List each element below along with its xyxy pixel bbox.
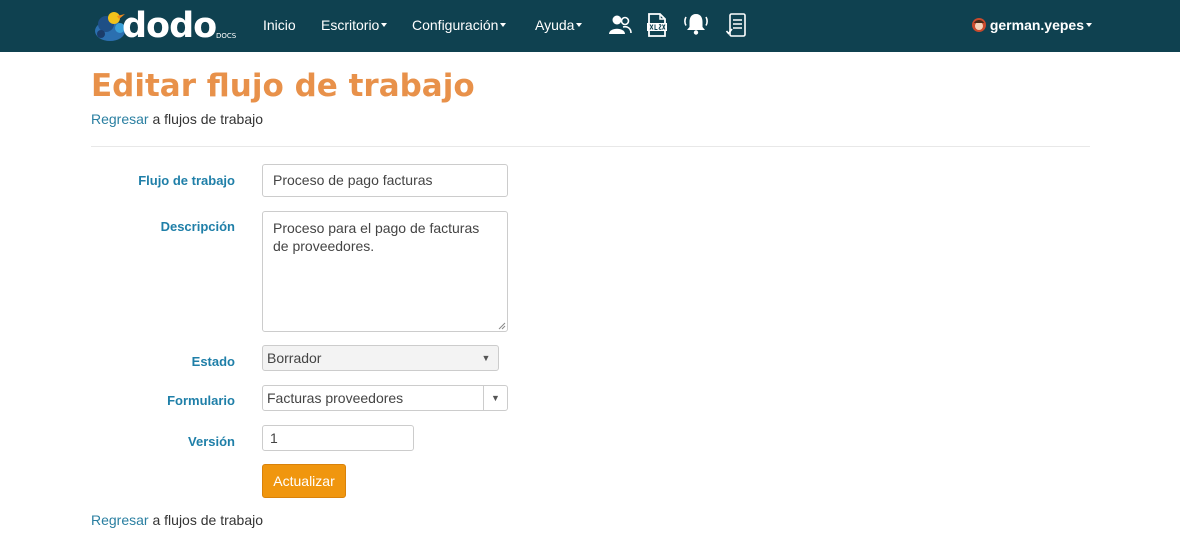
caret-down-icon xyxy=(500,23,507,28)
checklist-document-icon[interactable] xyxy=(724,12,750,38)
description-label: Descripción xyxy=(160,219,235,234)
update-button[interactable]: Actualizar xyxy=(262,464,346,498)
nav-inicio[interactable]: Inicio xyxy=(263,0,296,52)
description-text: Proceso para el pago de facturas de prov… xyxy=(273,220,480,254)
brand-name: dodo xyxy=(122,6,217,46)
version-label: Versión xyxy=(188,434,235,449)
page-title: Editar flujo de trabajo xyxy=(91,68,475,104)
form-label: Formulario xyxy=(167,393,235,408)
back-link[interactable]: Regresar xyxy=(91,512,149,528)
workflow-label: Flujo de trabajo xyxy=(138,173,235,188)
user-name: german.yepes xyxy=(989,17,1084,33)
dropdown-arrow-icon[interactable]: ▼ xyxy=(483,386,507,410)
status-selected-value: Borrador xyxy=(267,350,322,366)
nav-escritorio-label: Escritorio xyxy=(321,17,380,33)
nav-ayuda-label: Ayuda xyxy=(535,17,575,33)
nav-configuracion-label: Configuración xyxy=(412,17,499,33)
description-textarea[interactable]: Proceso para el pago de facturas de prov… xyxy=(262,211,508,332)
status-label: Estado xyxy=(191,354,235,369)
top-navbar: dodo DOCS Inicio Escritorio Configuració… xyxy=(0,0,1180,52)
back-link-suffix: a flujos de trabajo xyxy=(148,512,263,528)
caret-down-icon xyxy=(381,23,388,28)
workflow-name-input[interactable]: Proceso de pago facturas xyxy=(262,164,508,197)
back-link-top: Regresar a flujos de trabajo xyxy=(91,111,263,127)
nav-ayuda-dropdown[interactable]: Ayuda xyxy=(535,0,583,52)
user-menu-dropdown[interactable]: german.yepes xyxy=(971,0,1092,52)
dropdown-arrow-icon: ▼ xyxy=(481,353,491,363)
status-select[interactable]: Borrador ▼ xyxy=(262,345,499,371)
xlsx-file-icon[interactable] xyxy=(644,12,670,38)
form-selected-value: Facturas proveedores xyxy=(267,390,404,406)
user-avatar-icon xyxy=(971,18,986,33)
nav-inicio-label: Inicio xyxy=(263,17,296,33)
divider xyxy=(91,146,1090,147)
users-icon[interactable] xyxy=(607,12,633,38)
nav-configuracion-dropdown[interactable]: Configuración xyxy=(412,0,507,52)
caret-down-icon xyxy=(1086,23,1092,28)
dodo-logo[interactable]: dodo DOCS xyxy=(92,5,242,47)
back-link[interactable]: Regresar xyxy=(91,111,149,127)
back-link-bottom: Regresar a flujos de trabajo xyxy=(91,512,263,528)
nav-escritorio-dropdown[interactable]: Escritorio xyxy=(321,0,388,52)
version-input[interactable]: 1 xyxy=(262,425,414,451)
caret-down-icon xyxy=(576,23,583,28)
resize-grip-icon[interactable] xyxy=(497,321,506,330)
form-select[interactable]: Facturas proveedores ▼ xyxy=(262,385,508,411)
brand-sub: DOCS xyxy=(216,32,237,40)
notifications-bell-icon[interactable] xyxy=(682,10,710,38)
back-link-suffix: a flujos de trabajo xyxy=(148,111,263,127)
